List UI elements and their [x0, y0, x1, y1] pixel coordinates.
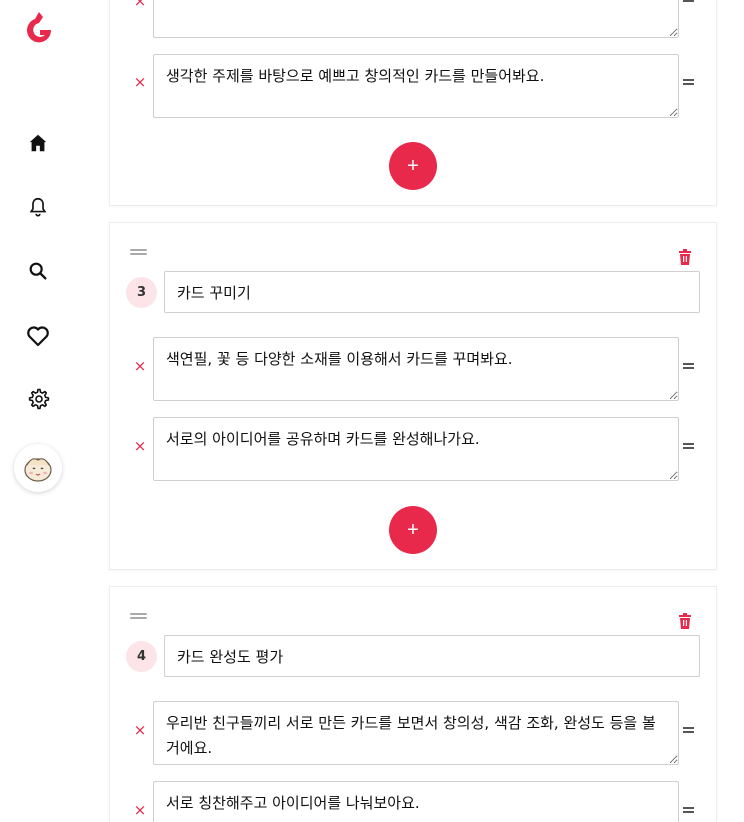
step-number: 3 — [126, 277, 157, 308]
step-card: 3 × 색연필, 꽃 등 다양한 소재를 이용해서 카드를 꾸며봐요. × 서로… — [109, 222, 717, 570]
heart-icon — [27, 326, 49, 347]
description-field[interactable]: 생각한 주제를 바탕으로 예쁘고 창의적인 카드를 만들어봐요. — [153, 54, 679, 118]
row-drag-handle[interactable] — [683, 79, 694, 85]
trash-icon[interactable] — [678, 249, 692, 265]
description-field[interactable]: 색연필, 꽃 등 다양한 소재를 이용해서 카드를 꾸며봐요. — [153, 337, 679, 401]
add-row-button[interactable]: + — [389, 506, 437, 554]
remove-row-icon[interactable]: × — [132, 802, 148, 818]
remove-row-icon[interactable]: × — [132, 0, 148, 9]
nav-favorites[interactable] — [22, 320, 54, 352]
row-drag-handle[interactable] — [683, 443, 694, 449]
row-drag-handle[interactable] — [683, 363, 694, 369]
description-field[interactable]: 서로의 아이디어를 공유하며 카드를 완성해나가요. — [153, 417, 679, 481]
row-drag-handle[interactable] — [683, 807, 694, 813]
logo[interactable] — [24, 10, 54, 44]
avatar[interactable] — [14, 444, 62, 492]
nav-home[interactable] — [22, 127, 54, 159]
remove-row-icon[interactable]: × — [132, 74, 148, 90]
add-row-button[interactable]: + — [389, 142, 437, 190]
row-drag-handle[interactable] — [683, 727, 694, 733]
description-field[interactable] — [153, 0, 679, 38]
step-title-input[interactable] — [164, 635, 700, 677]
nav-notifications[interactable] — [22, 191, 54, 223]
step-card: 4 × 우리반 친구들끼리 서로 만든 카드를 보면서 창의성, 색감 조화, … — [109, 586, 717, 822]
description-field[interactable]: 우리반 친구들끼리 서로 만든 카드를 보면서 창의성, 색감 조화, 완성도 … — [153, 701, 679, 765]
nav-search[interactable] — [22, 255, 54, 287]
remove-row-icon[interactable]: × — [132, 358, 148, 374]
step-card: × × 생각한 주제를 바탕으로 예쁘고 창의적인 카드를 만들어봐요. + — [109, 0, 717, 206]
sidebar — [0, 0, 78, 822]
search-icon — [29, 262, 47, 280]
remove-row-icon[interactable]: × — [132, 722, 148, 738]
trash-icon[interactable] — [678, 613, 692, 629]
remove-row-icon[interactable]: × — [132, 438, 148, 454]
row-drag-handle[interactable] — [683, 0, 694, 2]
step-title-input[interactable] — [164, 271, 700, 313]
description-field[interactable]: 서로 칭찬해주고 아이디어를 나눠보아요. — [153, 781, 679, 822]
gear-icon — [28, 388, 50, 410]
bell-icon — [29, 197, 47, 217]
card-drag-handle[interactable] — [130, 248, 147, 256]
home-icon — [29, 134, 47, 152]
step-number: 4 — [126, 641, 157, 672]
card-drag-handle[interactable] — [130, 612, 147, 620]
nav-settings[interactable] — [22, 383, 54, 415]
